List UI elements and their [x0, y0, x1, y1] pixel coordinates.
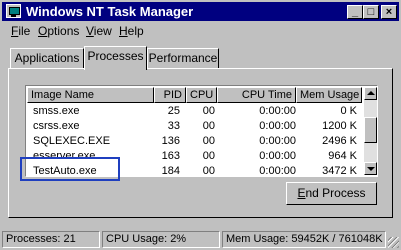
process-row[interactable]: SQLEXEC.EXE 136 00 0:00:00 2496 K: [27, 134, 362, 149]
resize-grip[interactable]: [388, 237, 399, 248]
vertical-scrollbar[interactable]: [364, 87, 377, 175]
process-cpu: 00: [202, 105, 215, 117]
maximize-button[interactable]: □: [363, 5, 379, 19]
tab-applications[interactable]: Applications: [10, 48, 84, 68]
column-header-cpu-time[interactable]: CPU Time: [217, 87, 296, 103]
minimize-button[interactable]: _: [347, 5, 363, 19]
column-header-pid[interactable]: PID: [154, 87, 186, 103]
title-bar[interactable]: Windows NT Task Manager _ □ ×: [2, 2, 399, 21]
process-cpu-time: 0:00:00: [259, 150, 296, 162]
tab-processes[interactable]: Processes: [84, 46, 147, 70]
process-name: smss.exe: [33, 105, 80, 117]
process-cpu: 00: [202, 165, 215, 177]
close-button[interactable]: ×: [381, 5, 397, 19]
column-header-image-name[interactable]: Image Name: [27, 87, 154, 103]
process-cpu: 00: [202, 120, 215, 132]
process-mem-usage: 3472 K: [322, 165, 357, 177]
status-mem-usage: Mem Usage: 59452K / 761048K: [222, 231, 386, 248]
process-row[interactable]: csrss.exe 33 00 0:00:00 1200 K: [27, 119, 362, 134]
scroll-up-button[interactable]: [364, 87, 377, 100]
menu-options[interactable]: Options: [38, 24, 79, 38]
process-cpu: 00: [202, 150, 215, 162]
process-pid: 163: [161, 150, 180, 162]
menu-view[interactable]: View: [86, 24, 112, 38]
process-cpu-time: 0:00:00: [259, 105, 296, 117]
task-manager-window: Windows NT Task Manager _ □ × File Optio…: [0, 0, 401, 250]
column-header-cpu[interactable]: CPU: [186, 87, 217, 103]
process-pid: 33: [167, 120, 180, 132]
process-row[interactable]: smss.exe 25 00 0:00:00 0 K: [27, 104, 362, 119]
status-bar: Processes: 21 CPU Usage: 2% Mem Usage: 5…: [0, 229, 401, 250]
process-cpu: 00: [202, 135, 215, 147]
process-name: csrss.exe: [33, 120, 80, 132]
menu-help[interactable]: Help: [119, 24, 144, 38]
status-processes: Processes: 21: [2, 231, 100, 248]
scroll-down-button[interactable]: [364, 162, 377, 175]
process-pid: 136: [161, 135, 180, 147]
status-cpu-usage: CPU Usage: 2%: [102, 231, 220, 248]
tab-performance[interactable]: Performance: [147, 48, 219, 68]
menu-bar: File Options View Help: [2, 22, 399, 40]
arrow-down-icon: [367, 167, 375, 171]
process-name: SQLEXEC.EXE: [33, 135, 111, 147]
column-header-mem-usage[interactable]: Mem Usage: [296, 87, 362, 103]
task-manager-icon: [6, 4, 21, 18]
process-cpu-time: 0:00:00: [259, 120, 296, 132]
process-mem-usage: 964 K: [328, 150, 357, 162]
annotation-highlight-box: [20, 157, 120, 181]
process-cpu-time: 0:00:00: [259, 165, 296, 177]
scroll-thumb[interactable]: [364, 117, 377, 143]
process-cpu-time: 0:00:00: [259, 135, 296, 147]
process-mem-usage: 0 K: [340, 105, 357, 117]
window-title: Windows NT Task Manager: [26, 4, 194, 19]
process-mem-usage: 2496 K: [322, 135, 357, 147]
process-mem-usage: 1200 K: [322, 120, 357, 132]
process-pid: 184: [161, 165, 180, 177]
end-process-button[interactable]: End Process: [286, 182, 377, 205]
menu-file[interactable]: File: [11, 24, 30, 38]
process-pid: 25: [167, 105, 180, 117]
arrow-up-icon: [367, 91, 375, 95]
